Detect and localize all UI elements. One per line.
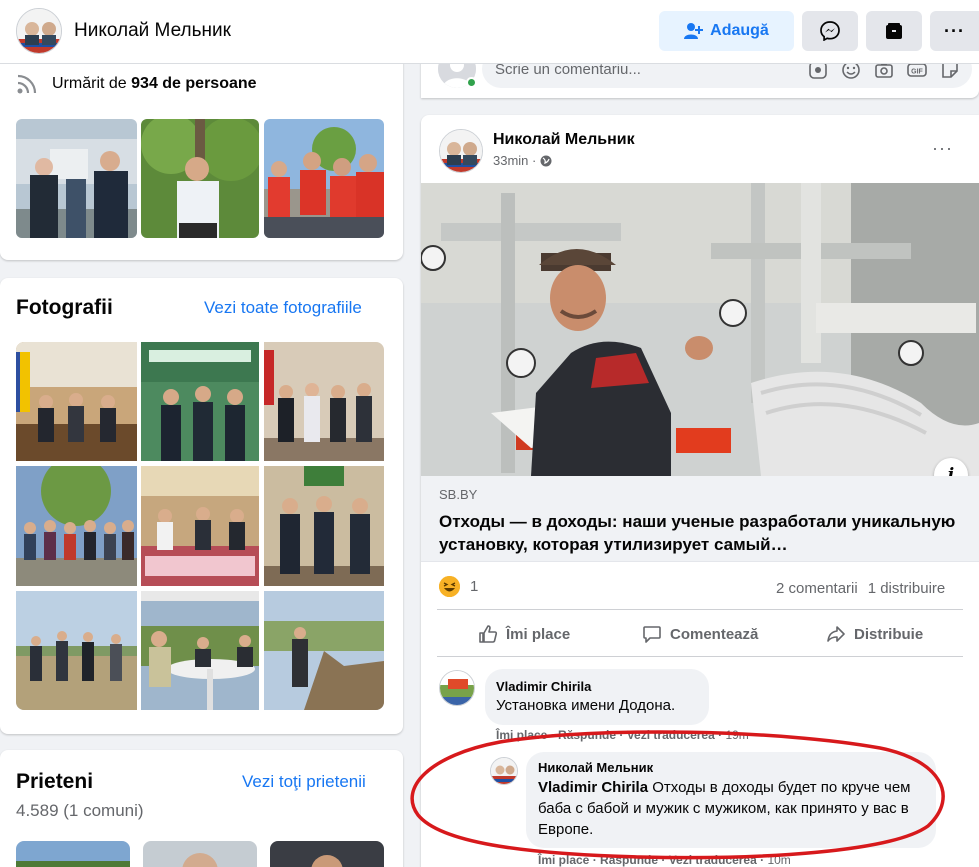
reaction-count: 1	[470, 578, 479, 595]
post-author-name[interactable]: Николай Мельник	[493, 131, 635, 149]
comment-text: Установка имени Додона.	[496, 697, 676, 714]
comment-like-link[interactable]: Îmi place	[496, 728, 547, 742]
post-author-avatar[interactable]	[439, 129, 483, 173]
like-button[interactable]: Îmi place	[478, 624, 570, 644]
photo-thumb[interactable]	[16, 342, 137, 461]
archive-button[interactable]	[866, 11, 922, 51]
friends-count: 4.589 (1 comuni)	[16, 801, 144, 820]
reply-actions: Îmi place · Răspunde · Vezi traducerea ·…	[538, 853, 791, 867]
engagement-counts: 2 comentarii 1 distribuire	[776, 580, 945, 597]
featured-photo-1[interactable]	[16, 119, 137, 238]
photo-thumb[interactable]	[264, 466, 384, 586]
profile-name: Николай Мельник	[74, 20, 231, 41]
featured-photo-3[interactable]	[264, 119, 384, 238]
featured-photo-2[interactable]	[141, 119, 259, 238]
comment-actions: Îmi place · Răspunde · Vezi traducerea ·…	[496, 728, 749, 742]
comment-time[interactable]: 19m	[725, 728, 748, 742]
svg-text:GIF: GIF	[911, 69, 923, 76]
reply-reply-link[interactable]: Răspunde	[600, 853, 658, 867]
comment-reply-link[interactable]: Răspunde	[558, 728, 616, 742]
post-timestamp[interactable]: 33min ·	[493, 153, 552, 168]
divider	[437, 656, 963, 657]
see-all-friends-link[interactable]: Vezi toţi prietenii	[242, 772, 366, 792]
user-plus-icon	[684, 23, 704, 39]
photo-thumb[interactable]	[141, 466, 259, 586]
messenger-icon	[820, 21, 840, 41]
comment-author-avatar[interactable]	[439, 670, 475, 706]
friend-thumb[interactable]	[16, 841, 130, 867]
share-icon	[827, 626, 845, 642]
reply-translate-link[interactable]: Vezi traducerea	[669, 853, 757, 867]
photo-thumb[interactable]	[16, 591, 137, 710]
post-link-image[interactable]	[421, 183, 979, 476]
friend-thumb[interactable]	[270, 841, 384, 867]
reply-mention[interactable]: Vladimir Chirila	[538, 779, 648, 796]
comment-translate-link[interactable]: Vezi traducerea	[627, 728, 715, 742]
comment-label: Comentează	[670, 625, 759, 643]
haha-reaction-icon	[439, 576, 460, 597]
divider	[437, 609, 963, 610]
reply-author-name[interactable]: Николай Мельник	[538, 760, 653, 775]
profile-avatar[interactable]	[16, 8, 62, 54]
comment-button[interactable]: Comentează	[642, 624, 758, 644]
friend-thumb[interactable]	[143, 841, 257, 867]
messenger-button[interactable]	[802, 11, 858, 51]
archive-icon	[886, 23, 902, 39]
share-label: Distribuie	[854, 625, 924, 643]
reaction-summary[interactable]: 1	[439, 576, 478, 597]
comments-count[interactable]: 2 comentarii	[776, 580, 858, 597]
reply-like-link[interactable]: Îmi place	[538, 853, 589, 867]
profile-header: Николай Мельник Adaugă ···	[0, 0, 979, 64]
reply-time[interactable]: 10m	[767, 853, 790, 867]
photo-thumb[interactable]	[141, 591, 259, 710]
comment-author-name[interactable]: Vladimir Chirila	[496, 679, 591, 694]
post-time-text: 33min ·	[493, 153, 537, 168]
add-friend-label: Adaugă	[710, 22, 769, 39]
friends-title: Prieteni	[16, 770, 94, 793]
photo-thumb[interactable]	[264, 342, 384, 461]
add-friend-button[interactable]: Adaugă	[659, 11, 794, 51]
like-label: Îmi place	[506, 625, 571, 643]
more-button[interactable]: ···	[930, 11, 979, 51]
link-title[interactable]: Отходы — в доходы: наши ученые разработа…	[439, 510, 959, 556]
rss-icon	[17, 74, 37, 94]
reply-author-avatar[interactable]	[490, 757, 518, 785]
followers-count: 934 de persoane	[131, 75, 257, 92]
online-indicator	[466, 77, 477, 88]
globe-icon	[540, 155, 552, 166]
link-domain: SB.BY	[439, 487, 478, 502]
photo-thumb[interactable]	[16, 466, 137, 586]
photo-thumb[interactable]	[264, 591, 384, 710]
share-button[interactable]: Distribuie	[826, 624, 923, 644]
post-options-icon[interactable]: ···	[932, 138, 953, 159]
photo-thumb[interactable]	[141, 342, 259, 461]
see-all-photos-link[interactable]: Vezi toate fotografiile	[204, 298, 362, 318]
followers-text: Urmărit de 934 de persoane	[52, 75, 257, 92]
more-icon: ···	[944, 20, 965, 41]
thumbs-up-icon	[479, 625, 498, 643]
photos-title: Fotografii	[16, 296, 113, 319]
shares-count[interactable]: 1 distribuire	[868, 580, 946, 597]
followers-row: Urmărit de 934 de persoane	[16, 73, 257, 95]
comment-icon	[643, 626, 661, 643]
reply-text: Vladimir Chirila Отходы в доходы будет п…	[538, 777, 926, 840]
